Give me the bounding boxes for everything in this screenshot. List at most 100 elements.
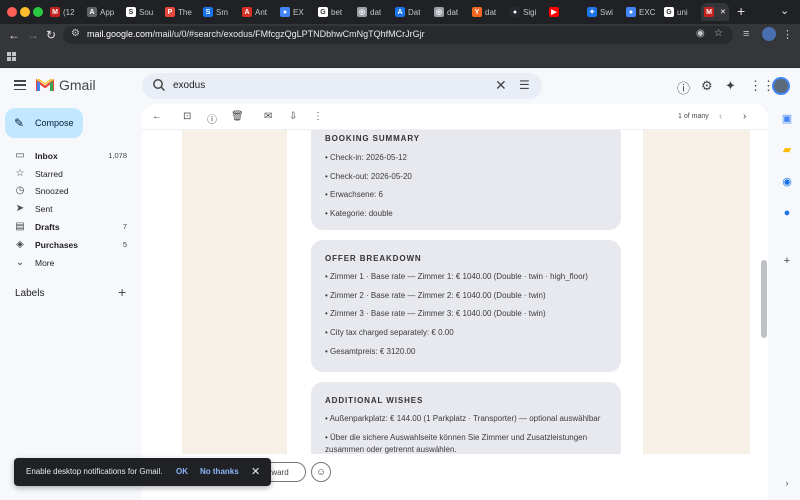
search-options-icon[interactable]: ☰ [519,78,530,92]
forward-icon[interactable]: → [27,28,39,42]
profile-avatar[interactable] [762,27,776,41]
eye-icon[interactable]: ◉ [696,28,705,39]
browser-tab[interactable]: ▶ [549,3,562,21]
browser-tab[interactable]: Gbet [318,3,342,21]
browser-tab[interactable]: S Sm [203,3,228,21]
google-icon: G [664,7,674,17]
browser-tab[interactable]: Guni [664,3,688,21]
browser-tab[interactable]: M (12 [50,3,75,21]
account-avatar[interactable] [772,77,790,95]
main-menu-icon[interactable] [14,80,26,90]
site-info-icon[interactable]: ⚙ [71,28,80,39]
pagination-text: 1 of many [678,113,709,120]
minimize-window-button[interactable] [20,7,30,17]
mark-unread-icon[interactable]: ✉ [264,111,272,122]
toast-ok-button[interactable]: OK [176,467,188,476]
apps-icon[interactable] [7,52,16,61]
reload-icon[interactable]: ↻ [46,28,56,42]
browser-tab-strip: M (12 A App S Sou P The S Sm A Ant ● EX Gbet ◎ dat A Dat ◎ d… [0,0,800,24]
help-icon[interactable]: ⓘ [677,78,690,97]
pencil-icon: ✎ [14,116,25,130]
newer-icon[interactable]: ‹ [719,111,722,122]
back-icon[interactable]: ← [8,28,20,42]
google-icon: G [318,7,328,17]
keep-icon[interactable]: ▰ [780,143,794,157]
browser-tab[interactable]: ● EXC [626,3,655,21]
settings-icon[interactable]: ⚙ [701,78,713,94]
sidebar-item-label: Drafts [35,222,60,232]
scrollbar-thumb[interactable] [761,260,767,338]
sidebar-item-snoozed[interactable]: ◷ Snoozed [0,183,140,200]
clear-search-icon[interactable]: ✕ [495,77,507,94]
email-body: BOOKING SUMMARY • Check-in: 2026-05-12 •… [142,130,768,454]
browser-tab[interactable]: A Dat [395,3,420,21]
address-bar[interactable]: ⚙ mail.google.com/mail/u/0/#search/exodu… [63,26,733,44]
browser-tab[interactable]: Ydat [472,3,496,21]
tasks-icon[interactable]: ◉ [780,175,794,189]
star-icon: ☆ [15,168,25,179]
url-text[interactable]: mail.google.com/mail/u/0/#search/exodus/… [87,29,425,39]
gmail-logo[interactable]: Gmail [36,77,96,93]
add-label-icon[interactable]: + [118,284,126,300]
browser-tab-label: The [178,7,192,17]
tab-search-icon[interactable]: ⌄ [780,4,789,17]
toast-message: Enable desktop notifications for Gmail. [26,467,163,476]
move-to-icon[interactable]: ⇩ [289,111,297,122]
browser-tab[interactable]: A App [87,3,114,21]
search-bar[interactable]: exodus ✕ ☰ [142,73,542,99]
search-icon[interactable] [152,78,166,92]
labels-heading: Labels [15,288,45,299]
get-addons-icon[interactable]: + [780,254,794,268]
toast-no-thanks-button[interactable]: No thanks [200,467,239,476]
sidebar-item-count: 7 [122,222,127,231]
sidebar-item-inbox[interactable]: ▭ Inbox 1,078 [0,148,140,165]
browser-tab[interactable]: ● EX [280,3,304,21]
maximize-window-button[interactable] [33,7,43,17]
report-spam-icon[interactable]: ⓘ [207,111,217,126]
media-icon[interactable]: ≡ [743,28,749,40]
toast-close-icon[interactable]: ✕ [251,465,260,478]
older-icon[interactable]: › [743,111,746,122]
offer-line: • Zimmer 1 · Base rate — Zimmer 1: € 104… [325,272,588,281]
offer-total-line: • Gesamtpreis: € 3120.00 [325,347,416,356]
close-tab-icon[interactable]: ✕ [720,8,726,16]
browser-tab[interactable]: ● Sigi [510,3,536,21]
hide-panel-icon[interactable]: › [780,476,794,490]
additional-wishes-card: ADDITIONAL WISHES • Außenparkplatz: € 14… [311,382,621,454]
browser-tab[interactable]: ◎ dat [434,3,458,21]
sidebar-item-purchases[interactable]: ◈ Purchases 5 [0,237,140,254]
browser-tab-label: Ant [255,7,268,17]
emoji-reaction-icon[interactable]: ☺ [311,462,331,482]
search-input[interactable]: exodus [173,80,205,91]
back-to-search-icon[interactable]: ← [152,111,162,122]
delete-icon[interactable]: 🗑 [231,111,244,122]
menu-icon[interactable]: ⋮ [782,28,793,41]
browser-tab-label: Dat [408,7,421,17]
browser-tab[interactable]: P The [165,3,192,21]
gemini-icon[interactable]: ✦ [725,78,736,94]
browser-toolbar: ← → ↻ ⚙ mail.google.com/mail/u/0/#search… [0,24,800,46]
archive-icon[interactable]: ⊡ [183,111,191,122]
gmail-m-icon [36,78,54,91]
browser-tab[interactable]: S Sou [126,3,153,21]
more-options-icon[interactable]: ⋮ [313,111,323,122]
browser-tab[interactable]: A Ant [242,3,267,21]
side-panel: ▣ ▰ ◉ ● + › [776,104,800,500]
sidebar-item-sent[interactable]: ➤ Sent [0,201,140,218]
source-icon: S [126,7,136,17]
browser-tab[interactable]: M ✕ [701,3,729,21]
browser-tab-label: Sigi [523,7,537,17]
browser-tab[interactable]: ✦ Swi [587,3,613,21]
bookmark-star-icon[interactable]: ☆ [714,28,723,39]
calendar-icon[interactable]: ▣ [780,112,794,126]
browser-tab[interactable]: ◎ dat [357,3,381,21]
sidebar-item-starred[interactable]: ☆ Starred [0,166,140,183]
compose-button[interactable]: ✎ Compose [5,108,83,138]
sidebar-item-drafts[interactable]: ▤ Drafts 7 [0,219,140,236]
new-tab-button[interactable]: + [737,3,745,19]
browser-tab-label: dat [485,7,497,17]
close-window-button[interactable] [7,7,17,17]
sidebar-item-more[interactable]: ⌄ More [0,255,140,272]
anthropic-icon: A [242,7,252,17]
contacts-icon[interactable]: ● [780,206,794,220]
